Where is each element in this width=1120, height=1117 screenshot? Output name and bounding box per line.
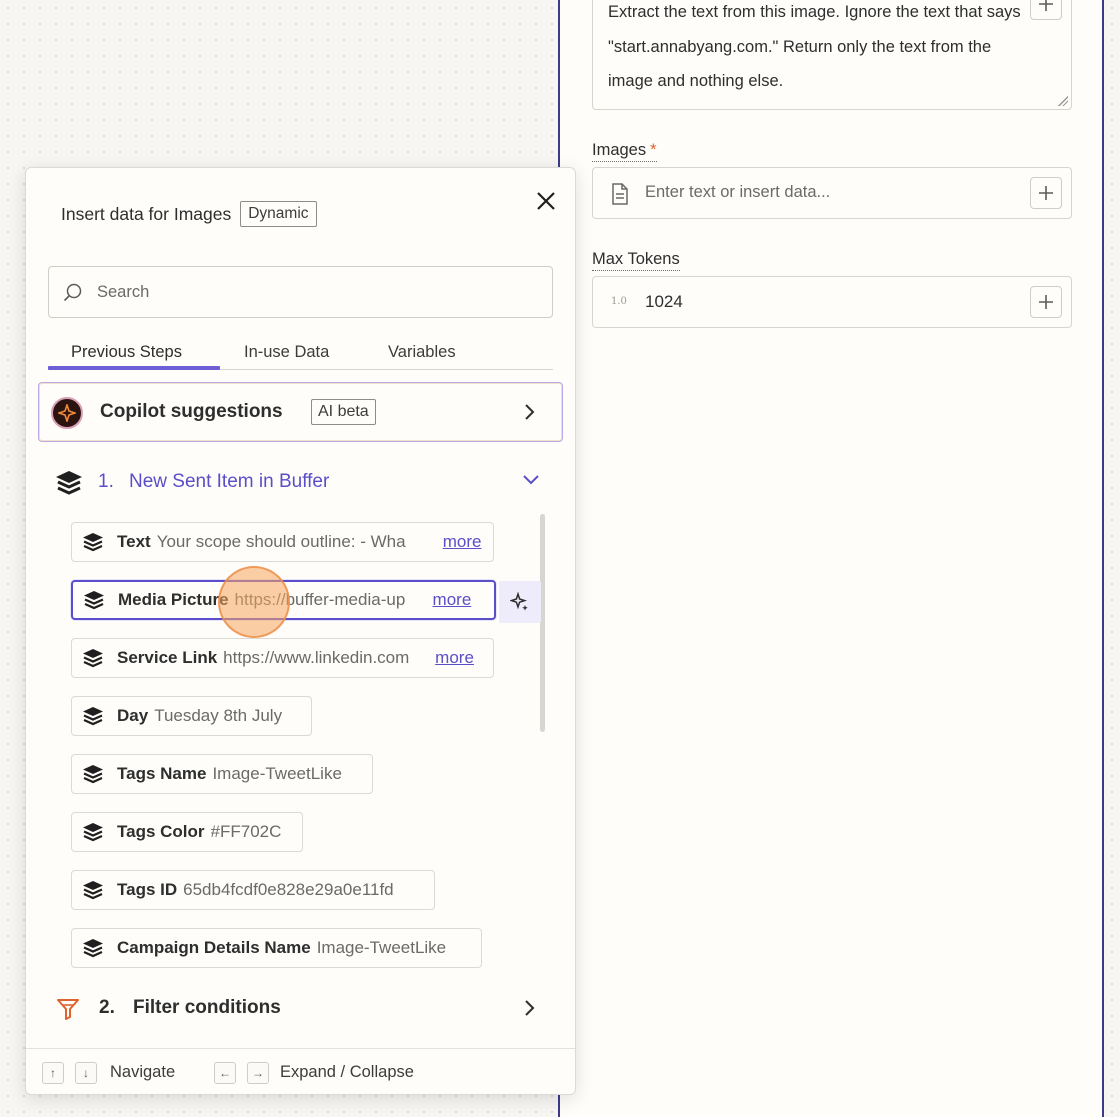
up-key-hint: ↑: [42, 1062, 64, 1084]
search-field[interactable]: [48, 266, 553, 318]
plus-icon: [1039, 0, 1053, 11]
keyboard-hints-footer: ↑ ↓ Navigate ← → Expand / Collapse: [26, 1048, 575, 1094]
buffer-stack-icon: [83, 649, 103, 668]
buffer-stack-icon: [83, 707, 103, 726]
action-config-panel: Extract the text from this image. Ignore…: [558, 0, 1104, 1117]
max-tokens-value: 1024: [645, 292, 683, 311]
field-key: Media Picture: [118, 590, 229, 609]
field-key: Tags Color: [117, 822, 205, 841]
field-item-tags-name[interactable]: Tags Name Image-TweetLike: [71, 754, 373, 794]
ai-beta-badge: AI beta: [311, 399, 376, 425]
field-value: https://buffer-media-up: [234, 590, 406, 609]
field-item-tags-color[interactable]: Tags Color #FF702C: [71, 812, 303, 852]
buffer-stack-icon: [83, 533, 103, 552]
step-1-number: 1.: [98, 471, 114, 492]
chevron-down-icon: [523, 475, 539, 485]
field-key: Tags Name: [117, 764, 207, 783]
field-item-text[interactable]: Text Your scope should outline: - Wha mo…: [71, 522, 494, 562]
copilot-label: Copilot suggestions: [100, 401, 283, 422]
field-value: #FF702C: [210, 822, 282, 841]
field-key: Day: [117, 706, 149, 725]
field-key: Tags ID: [117, 880, 178, 899]
more-link[interactable]: more: [443, 532, 482, 552]
down-key-hint: ↓: [75, 1062, 97, 1084]
step-1-header[interactable]: 1. New Sent Item in Buffer: [54, 468, 544, 498]
max-tokens-label: Max Tokens: [592, 249, 680, 271]
number-icon: 1.0: [611, 296, 627, 307]
field-item-campaign-details-name[interactable]: Campaign Details Name Image-TweetLike: [71, 928, 482, 968]
field-value: 65db4fcdf0e828e29a0e11fd: [183, 880, 394, 899]
plus-icon: [1039, 186, 1053, 200]
insert-data-popover: Insert data for Images Dynamic Previous …: [25, 167, 576, 1095]
copilot-suggestions-row[interactable]: Copilot suggestions AI beta: [38, 382, 563, 442]
navigate-hint: Navigate: [110, 1063, 176, 1081]
data-source-tabs: Previous Steps In-use Data Variables: [48, 340, 553, 370]
tab-variables[interactable]: Variables: [388, 343, 456, 362]
buffer-stack-icon: [83, 765, 103, 784]
required-marker: *: [650, 141, 657, 159]
close-button[interactable]: [535, 190, 557, 212]
close-icon: [537, 192, 555, 210]
left-key-hint: ←: [214, 1062, 236, 1084]
buffer-stack-icon: [83, 823, 103, 842]
step-2-number: 2.: [99, 997, 115, 1018]
sparkle-icon: [510, 592, 528, 611]
tab-previous-steps[interactable]: Previous Steps: [71, 343, 182, 362]
field-value: Image-TweetLike: [212, 764, 342, 783]
chevron-right-icon: [525, 404, 535, 420]
dynamic-badge: Dynamic: [240, 201, 317, 227]
images-placeholder: Enter text or insert data...: [645, 183, 831, 201]
search-input[interactable]: [97, 279, 527, 305]
buffer-stack-icon: [83, 881, 103, 900]
active-tab-indicator: [48, 366, 220, 370]
buffer-stack-icon: [83, 939, 103, 958]
step-2-header[interactable]: 2. Filter conditions: [54, 994, 544, 1024]
field-key: Text: [117, 532, 151, 551]
field-value: Tuesday 8th July: [154, 706, 283, 725]
field-item-service-link[interactable]: Service Link https://www.linkedin.com mo…: [71, 638, 494, 678]
tab-in-use-data[interactable]: In-use Data: [244, 343, 329, 362]
field-value: https://www.linkedin.com: [223, 648, 410, 667]
images-input[interactable]: Enter text or insert data...: [592, 167, 1072, 219]
expand-collapse-hint: Expand / Collapse: [280, 1063, 414, 1081]
chevron-right-icon: [525, 1000, 535, 1016]
scrollbar[interactable]: [540, 514, 545, 732]
step-2-title: Filter conditions: [133, 997, 281, 1018]
popover-header: Insert data for Images Dynamic: [61, 201, 317, 227]
field-value: Your scope should outline: - Wha: [156, 532, 406, 551]
field-key: Campaign Details Name: [117, 938, 311, 957]
more-link[interactable]: more: [433, 590, 472, 610]
copilot-icon: [51, 397, 83, 429]
right-key-hint: →: [247, 1062, 269, 1084]
field-item-day[interactable]: Day Tuesday 8th July: [71, 696, 312, 736]
search-icon: [63, 283, 82, 302]
prompt-textarea[interactable]: Extract the text from this image. Ignore…: [592, 0, 1072, 110]
field-item-media-picture[interactable]: Media Picture https://buffer-media-up mo…: [71, 580, 496, 620]
step-1-title: New Sent Item in Buffer: [129, 471, 330, 492]
buffer-stack-icon: [84, 591, 104, 610]
resize-handle-icon[interactable]: [1058, 96, 1068, 106]
field-value: Image-TweetLike: [316, 938, 447, 957]
filter-icon: [57, 999, 79, 1020]
popover-title: Insert data for Images: [61, 203, 232, 224]
document-icon: [612, 183, 628, 205]
buffer-stack-icon: [56, 471, 82, 495]
more-link[interactable]: more: [435, 648, 474, 668]
field-key: Service Link: [117, 648, 218, 667]
max-tokens-input[interactable]: 1.0 1024: [592, 276, 1072, 328]
images-label: Images *: [592, 140, 657, 162]
plus-icon: [1039, 295, 1053, 309]
images-insert-data-button[interactable]: [1030, 177, 1062, 209]
prompt-insert-data-button[interactable]: [1030, 0, 1062, 20]
max-tokens-insert-data-button[interactable]: [1030, 286, 1062, 318]
field-item-tags-id[interactable]: Tags ID 65db4fcdf0e828e29a0e11fd: [71, 870, 435, 910]
ai-suggest-button[interactable]: [499, 581, 541, 623]
prompt-text: Extract the text from this image. Ignore…: [608, 3, 1021, 90]
